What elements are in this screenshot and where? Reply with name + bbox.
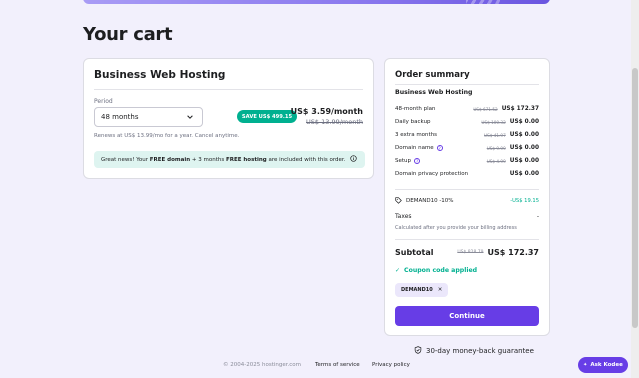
continue-button[interactable]: Continue — [395, 306, 539, 326]
line-item-label: Domain name? — [395, 145, 443, 151]
coupon-applied: ✓ Coupon code applied — [395, 267, 478, 274]
period-select[interactable]: 48 months — [94, 107, 203, 127]
taxes-note: Calculated after you provide your billin… — [395, 225, 517, 231]
line-item: 3 extra months US$ 41.97 US$ 0.00 — [395, 130, 539, 140]
line-item: Daily backup US$ 100.32 US$ 0.00 — [395, 117, 539, 127]
line-item-price: US$ 0.00 — [509, 132, 539, 138]
footer-copyright: © 2004-2025 hostinger.com — [223, 362, 301, 368]
line-item-price: US$ 0.00 — [509, 171, 539, 177]
chevron-down-icon — [186, 113, 194, 123]
page-title: Your cart — [83, 24, 173, 45]
footer-terms-link[interactable]: Terms of service — [315, 362, 360, 368]
line-item: Setup? US$ 4.99 US$ 0.00 — [395, 156, 539, 166]
divider — [395, 189, 539, 190]
coupon-chip: DEMAND10 ✕ — [395, 283, 449, 297]
line-item: Domain name? US$ 9.99 US$ 0.00 — [395, 143, 539, 153]
line-item-price: US$ 0.00 — [509, 158, 539, 164]
tag-icon — [395, 197, 402, 204]
subtotal-old: US$ 828.79 — [457, 250, 484, 255]
line-item-label: 3 extra months — [395, 132, 438, 138]
taxes-value: - — [536, 213, 539, 220]
period-value: 48 months — [101, 113, 139, 121]
line-item-old-price: US$ 41.97 — [484, 132, 506, 138]
subtotal-value: US$ 172.37 — [487, 248, 539, 257]
subtotal-row: Subtotal US$ 828.79 US$ 172.37 — [395, 248, 539, 257]
divider — [395, 239, 539, 240]
line-item: Domain privacy protection US$ 0.00 — [395, 169, 539, 179]
line-item-label: Setup? — [395, 158, 421, 164]
line-item-label: Domain privacy protection — [395, 171, 469, 177]
promo-box: Great news! Your FREE domain + 3 months … — [94, 151, 365, 168]
scrollbar-thumb[interactable] — [632, 68, 638, 328]
guarantee: 30-day money-back guarantee — [414, 346, 534, 356]
summary-product: Business Web Hosting — [395, 89, 473, 96]
shield-check-icon — [414, 346, 422, 356]
page-scrollbar[interactable] — [631, 0, 639, 378]
product-card: Business Web Hosting Period 48 months SA… — [83, 58, 374, 179]
sparkle-icon: ✦ — [583, 362, 588, 368]
banner-stripes — [466, 0, 500, 4]
help-icon[interactable]: ? — [414, 158, 421, 164]
line-item: 48-month plan US$ 671.52 US$ 172.37 — [395, 104, 539, 114]
line-item-old-price: US$ 4.99 — [486, 158, 506, 164]
price-per-month: US$ 3.59/month — [290, 107, 363, 116]
check-icon: ✓ — [395, 267, 401, 274]
coupon-label: DEMAND10 -10% — [395, 197, 510, 204]
line-item-label: 48-month plan — [395, 106, 436, 112]
price-old: US$ 13.99/month — [306, 118, 363, 126]
taxes-label: Taxes — [395, 213, 412, 220]
period-label: Period — [94, 98, 113, 105]
line-item-price: US$ 0.00 — [509, 119, 539, 125]
coupon-discount-row: DEMAND10 -10% -US$ 19.15 — [395, 197, 539, 204]
divider — [94, 89, 363, 90]
save-badge: SAVE US$ 499.15 — [237, 110, 297, 123]
line-item-old-price: US$ 671.52 — [473, 106, 498, 112]
help-icon[interactable]: ? — [436, 145, 443, 151]
taxes-row: Taxes - — [395, 213, 539, 220]
coupon-code: DEMAND10 — [401, 287, 433, 293]
order-summary: Order summary Business Web Hosting 48-mo… — [384, 58, 550, 336]
product-title: Business Web Hosting — [94, 69, 226, 81]
line-item-price: US$ 172.37 — [501, 106, 539, 112]
coupon-discount: -US$ 19.15 — [510, 197, 539, 204]
renew-note: Renews at US$ 13.99/mo for a year. Cance… — [94, 133, 240, 139]
line-item-old-price: US$ 9.99 — [486, 145, 506, 151]
info-icon[interactable] — [350, 155, 358, 164]
remove-coupon-icon[interactable]: ✕ — [438, 287, 443, 293]
divider — [395, 84, 539, 85]
line-item-price: US$ 0.00 — [509, 145, 539, 151]
footer-privacy-link[interactable]: Privacy policy — [372, 362, 410, 368]
subtotal-label: Subtotal — [395, 248, 434, 257]
summary-title: Order summary — [395, 70, 470, 80]
promo-text: Great news! Your FREE domain + 3 months … — [101, 156, 346, 163]
ask-kodee-button[interactable]: ✦ Ask Kodee — [578, 357, 628, 373]
top-banner — [83, 0, 550, 4]
line-item-label: Daily backup — [395, 119, 431, 125]
line-item-old-price: US$ 100.32 — [481, 119, 506, 125]
